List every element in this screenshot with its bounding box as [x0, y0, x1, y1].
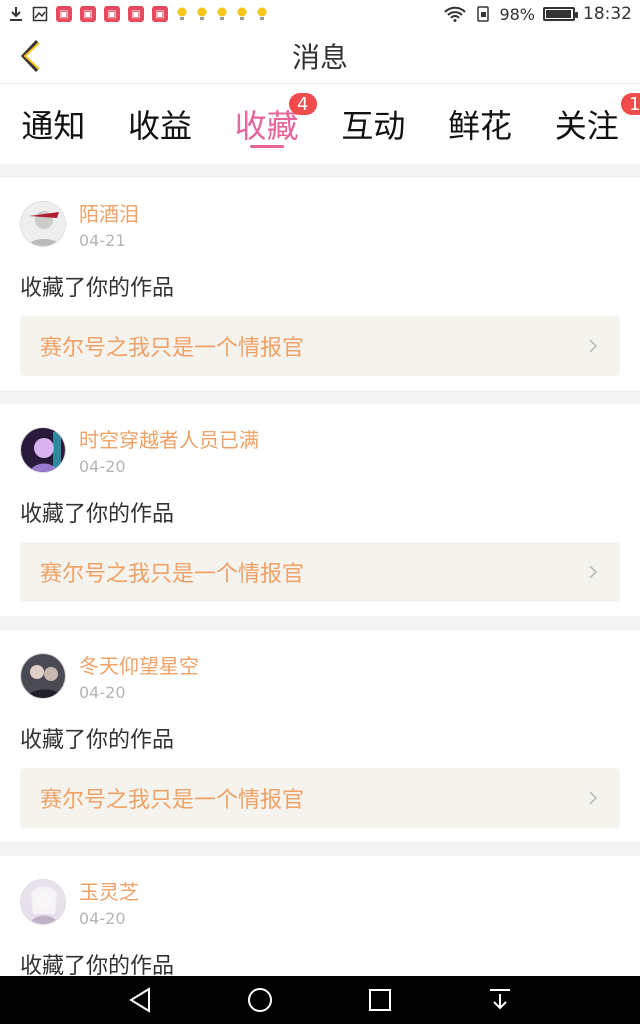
bulb-icon: [177, 7, 187, 20]
username[interactable]: 时空穿越者人员已满: [79, 424, 259, 453]
back-triangle-icon: [129, 987, 150, 1013]
date: 04-20: [79, 909, 126, 928]
bulb-icon: [197, 7, 207, 20]
nav-notification-button[interactable]: [480, 980, 520, 1020]
clock: 18:32: [583, 4, 632, 24]
work-title: 赛尔号之我只是一个情报官: [40, 788, 305, 813]
sim-icon: [475, 6, 491, 22]
unread-badge: 4: [288, 93, 317, 115]
username[interactable]: 陌酒泪: [79, 198, 139, 227]
nav-home-button[interactable]: [240, 980, 280, 1020]
user-row: 玉灵芝 04-20: [20, 876, 620, 928]
list-item: 时空穿越者人员已满 04-20 收藏了你的作品 赛尔号之我只是一个情报官: [0, 404, 640, 616]
tab-label-text: 收藏: [234, 107, 299, 145]
back-button[interactable]: [10, 34, 50, 78]
chevron-right-icon: [586, 791, 600, 805]
app-badge-icon: ▣: [128, 6, 144, 22]
avatar[interactable]: [20, 201, 66, 247]
app-badge-icon: ▣: [56, 6, 72, 22]
chevron-right-icon: [586, 339, 600, 353]
user-row: 冬天仰望星空 04-20: [20, 650, 620, 702]
bulb-icon: [237, 7, 247, 20]
list-item: 冬天仰望星空 04-20 收藏了你的作品 赛尔号之我只是一个情报官: [0, 630, 640, 842]
date: 04-20: [79, 683, 126, 702]
chevron-right-icon: [586, 565, 600, 579]
notification-pull-icon: [490, 989, 510, 1010]
avatar[interactable]: [20, 879, 66, 925]
wifi-icon: [443, 6, 467, 22]
app-badge-icon: ▣: [80, 6, 96, 22]
tab-label: 收藏 4: [234, 93, 317, 147]
action-text: 收藏了你的作品: [20, 954, 175, 976]
home-circle-icon: [248, 988, 272, 1012]
battery-icon: [543, 7, 578, 21]
nav-recents-button[interactable]: [360, 980, 400, 1020]
action-text: 收藏了你的作品: [20, 276, 175, 301]
list-item: 陌酒泪 04-21 收藏了你的作品 赛尔号之我只是一个情报官: [0, 178, 640, 390]
unread-badge: 1: [620, 93, 640, 115]
work-link[interactable]: 赛尔号之我只是一个情报官: [20, 316, 620, 376]
work-title: 赛尔号之我只是一个情报官: [40, 562, 305, 587]
work-link[interactable]: 赛尔号之我只是一个情报官: [20, 542, 620, 602]
tab-label: 关注 1: [554, 93, 640, 147]
tab-favorites[interactable]: 收藏 4: [213, 84, 320, 164]
action-text: 收藏了你的作品: [20, 728, 175, 753]
avatar[interactable]: [20, 653, 66, 699]
tab-interactions[interactable]: 互动: [320, 84, 427, 164]
image-icon: [32, 6, 48, 22]
nav-back-button[interactable]: [120, 980, 160, 1020]
chevron-left-icon: [20, 39, 40, 73]
list-item: 玉灵芝 04-20 收藏了你的作品: [0, 856, 640, 976]
work-link[interactable]: 赛尔号之我只是一个情报官: [20, 768, 620, 828]
date: 04-21: [79, 231, 126, 250]
bulb-icon: [257, 7, 267, 20]
tab-flowers[interactable]: 鲜花: [427, 84, 534, 164]
tab-follows[interactable]: 关注 1: [533, 84, 640, 164]
tab-label-text: 关注: [554, 107, 619, 145]
user-row: 陌酒泪 04-21: [20, 198, 620, 250]
bulb-icon: [217, 7, 227, 20]
battery-percent: 98%: [499, 4, 535, 24]
user-row: 时空穿越者人员已满 04-20: [20, 424, 620, 476]
battery-fill: [546, 10, 572, 18]
app-badge-icon: ▣: [152, 6, 168, 22]
active-tab-indicator: [249, 145, 284, 148]
tab-label: 互动: [341, 107, 406, 145]
recents-square-icon: [369, 989, 391, 1011]
tab-label: 鲜花: [448, 107, 513, 145]
page-title: 消息: [291, 40, 348, 74]
system-nav-bar: [0, 976, 640, 1024]
app-header: 消息: [0, 28, 640, 84]
app-badge-icon: ▣: [104, 6, 120, 22]
notification-icons: ▣ ▣ ▣ ▣ ▣: [8, 6, 268, 22]
action-text: 收藏了你的作品: [20, 502, 175, 527]
username[interactable]: 玉灵芝: [79, 876, 139, 905]
download-icon: [8, 6, 24, 22]
tab-notifications[interactable]: 通知: [0, 84, 107, 164]
tab-label: 通知: [21, 107, 86, 145]
date: 04-20: [79, 457, 126, 476]
avatar[interactable]: [20, 427, 66, 473]
status-bar: ▣ ▣ ▣ ▣ ▣ 98% 18:32: [0, 0, 640, 28]
work-title: 赛尔号之我只是一个情报官: [40, 336, 305, 361]
tab-bar: 通知 收益 收藏 4 互动 鲜花 关注 1: [0, 84, 640, 164]
favorites-feed[interactable]: 陌酒泪 04-21 收藏了你的作品 赛尔号之我只是一个情报官 时空穿越者人员已满…: [0, 164, 640, 976]
tab-label: 收益: [128, 107, 193, 145]
system-status: 98% 18:32: [443, 4, 632, 24]
tab-earnings[interactable]: 收益: [107, 84, 214, 164]
username[interactable]: 冬天仰望星空: [79, 650, 199, 679]
